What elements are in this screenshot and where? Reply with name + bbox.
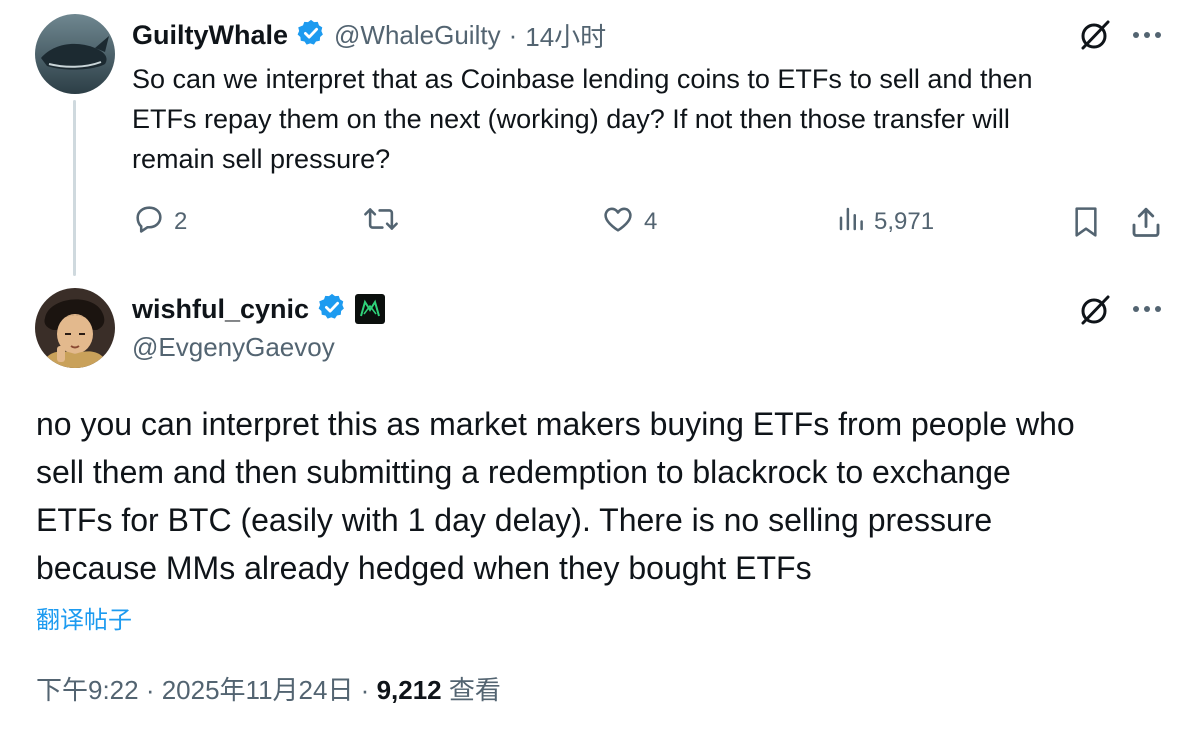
main-timestamp[interactable]: 下午9:22 · 2025年11月24日 · [36, 675, 377, 705]
main-text-line: because MMs already hedged when they bou… [36, 550, 812, 586]
reply-action-views[interactable]: 5,971 [836, 202, 934, 242]
grok-icon[interactable] [1078, 293, 1112, 332]
main-author-name[interactable]: wishful_cynic [132, 294, 309, 325]
affiliate-badge-icon[interactable] [355, 294, 386, 324]
views-icon [836, 204, 866, 241]
share-icon[interactable] [1128, 204, 1164, 245]
like-icon [600, 202, 636, 243]
main-author-avatar[interactable] [35, 288, 115, 368]
translate-post-link[interactable]: 翻译帖子 [36, 600, 132, 635]
views-count: 5,971 [874, 208, 935, 235]
main-meta: 下午9:22 · 2025年11月24日 · 9,212 查看 [36, 670, 501, 707]
reply-author-name[interactable]: GuiltyWhale [132, 20, 288, 51]
reply-author-handle[interactable]: @WhaleGuilty [334, 20, 501, 51]
reply-action-retweet[interactable] [362, 202, 408, 242]
main-text: no you can interpret this as market make… [36, 400, 1176, 592]
main-text-line: ETFs for BTC (easily with 1 day delay). … [36, 502, 993, 538]
reply-count: 2 [174, 208, 188, 235]
reply-author-avatar[interactable] [35, 14, 115, 94]
reply-dot-separator: · [508, 19, 518, 50]
main-text-line: sell them and then submitting a redempti… [36, 454, 1011, 490]
grok-icon[interactable] [1078, 18, 1112, 57]
thread-connector [73, 100, 76, 276]
verified-badge-icon [317, 292, 347, 327]
retweet-icon [362, 202, 400, 243]
reply-time[interactable]: 14小时 [525, 17, 606, 54]
reply-action-reply[interactable]: 2 [132, 202, 187, 242]
like-count: 4 [644, 208, 658, 235]
main-views-label: 查看 [441, 675, 501, 705]
reply-header: GuiltyWhale @WhaleGuilty · 14小时 [132, 16, 606, 54]
main-header: wishful_cynic [132, 290, 386, 328]
reply-icon [132, 202, 166, 243]
main-author-handle[interactable]: @EvgenyGaevoy [132, 332, 335, 363]
reply-text-line: So can we interpret that as Coinbase len… [132, 64, 1033, 94]
reply-text: So can we interpret that as Coinbase len… [132, 59, 1172, 179]
reply-text-line: ETFs repay them on the next (working) da… [132, 104, 1010, 134]
main-text-line: no you can interpret this as market make… [36, 406, 1075, 442]
reply-text-line: remain sell pressure? [132, 144, 391, 174]
verified-badge-icon [296, 18, 326, 53]
main-views-count: 9,212 [376, 675, 442, 705]
more-icon[interactable] [1130, 20, 1164, 55]
more-icon[interactable] [1130, 294, 1164, 329]
reply-action-like[interactable]: 4 [600, 202, 657, 242]
bookmark-icon[interactable] [1070, 204, 1102, 245]
